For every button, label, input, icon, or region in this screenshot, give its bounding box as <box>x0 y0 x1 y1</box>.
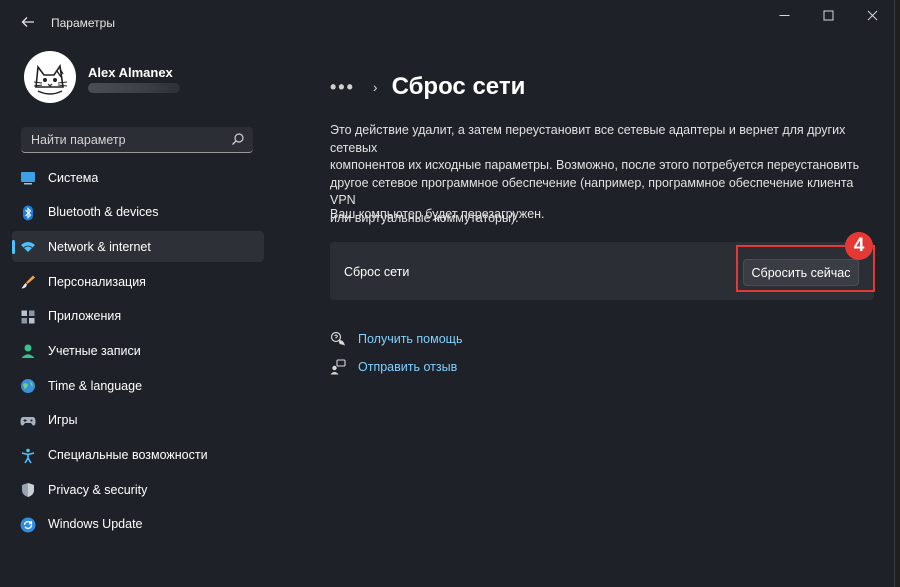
sidebar-item-privacy[interactable]: Privacy & security <box>12 474 264 505</box>
send-feedback-link[interactable]: Отправить отзыв <box>330 357 457 377</box>
description-line: компонентов их исходные параметры. Возмо… <box>330 158 860 172</box>
help-icon <box>330 331 346 347</box>
breadcrumb-separator-icon: › <box>372 79 378 95</box>
step-number-badge: 4 <box>845 232 873 260</box>
sidebar-item-label: Time & language <box>48 378 143 393</box>
system-icon <box>20 170 36 186</box>
sidebar-item-time-language[interactable]: Time & language <box>12 370 264 401</box>
sidebar-item-label: Privacy & security <box>48 482 148 497</box>
sidebar-item-gaming[interactable]: Игры <box>12 405 264 436</box>
apps-icon <box>20 309 36 325</box>
sidebar-item-label: Network & internet <box>48 239 151 254</box>
description-line: Это действие удалит, а затем переустанов… <box>330 123 846 155</box>
app-title: Параметры <box>51 16 115 30</box>
accessibility-icon <box>20 448 36 464</box>
sidebar-item-label: Bluetooth & devices <box>48 205 159 220</box>
bluetooth-icon <box>20 205 36 221</box>
breadcrumb-more-button[interactable]: ••• <box>330 77 355 98</box>
sidebar-item-label: Приложения <box>48 309 122 324</box>
maximize-icon <box>823 9 834 24</box>
search-input[interactable] <box>21 127 233 153</box>
sidebar-item-system[interactable]: Система <box>12 162 264 193</box>
user-email-redacted <box>88 83 180 93</box>
back-button[interactable] <box>14 12 42 36</box>
search-box[interactable] <box>21 127 253 153</box>
feedback-icon <box>330 359 346 375</box>
close-icon <box>867 9 878 24</box>
get-help-link[interactable]: Получить помощь <box>330 329 462 349</box>
network-reset-label: Сброс сети <box>344 265 410 279</box>
title-bar: Параметры <box>0 0 894 46</box>
window-controls <box>762 0 894 32</box>
globe-icon <box>20 378 36 394</box>
avatar[interactable] <box>24 51 76 103</box>
restart-note: Ваш компьютер будет перезагружен. <box>330 207 545 221</box>
brush-icon <box>20 274 36 290</box>
sidebar-item-windows-update[interactable]: Windows Update <box>12 509 264 540</box>
sidebar-item-label: Система <box>48 170 99 185</box>
sidebar-item-label: Игры <box>48 413 78 428</box>
description-line: другое сетевое программное обеспечение (… <box>330 175 854 208</box>
accounts-icon <box>20 343 36 359</box>
sidebar-nav: Система Bluetooth & devices Network & in… <box>12 162 264 544</box>
sidebar-item-label: Windows Update <box>48 517 143 532</box>
update-icon <box>20 517 36 533</box>
sidebar-item-accessibility[interactable]: Специальные возможности <box>12 440 264 471</box>
sidebar-item-label: Специальные возможности <box>48 448 208 462</box>
page-title: Сброс сети <box>391 73 526 100</box>
minimize-icon <box>779 9 790 24</box>
sidebar-item-bluetooth[interactable]: Bluetooth & devices <box>12 197 264 228</box>
sidebar-item-accounts[interactable]: Учетные записи <box>12 335 264 366</box>
minimize-button[interactable] <box>762 0 806 32</box>
sidebar-item-label: Учетные записи <box>48 343 141 358</box>
maximize-button[interactable] <box>806 0 850 32</box>
settings-window: Параметры Alex Almanex Найти параметр Си… <box>0 0 895 587</box>
shield-icon <box>20 482 36 498</box>
send-feedback-label[interactable]: Отправить отзыв <box>358 360 457 374</box>
user-name: Alex Almanex <box>88 65 173 80</box>
search-icon[interactable] <box>231 132 245 146</box>
sidebar-item-network[interactable]: Network & internet <box>12 231 264 263</box>
breadcrumb: ••• › Сброс сети <box>330 72 525 102</box>
sidebar-item-apps[interactable]: Приложения <box>12 301 264 332</box>
get-help-label[interactable]: Получить помощь <box>358 332 462 346</box>
sidebar-item-label: Персонализация <box>48 274 146 289</box>
arrow-left-icon <box>21 15 35 34</box>
network-icon <box>20 239 36 255</box>
gamepad-icon <box>20 413 36 429</box>
close-button[interactable] <box>850 0 894 32</box>
cat-avatar-icon <box>24 63 76 103</box>
sidebar-item-personalization[interactable]: Персонализация <box>12 266 264 297</box>
